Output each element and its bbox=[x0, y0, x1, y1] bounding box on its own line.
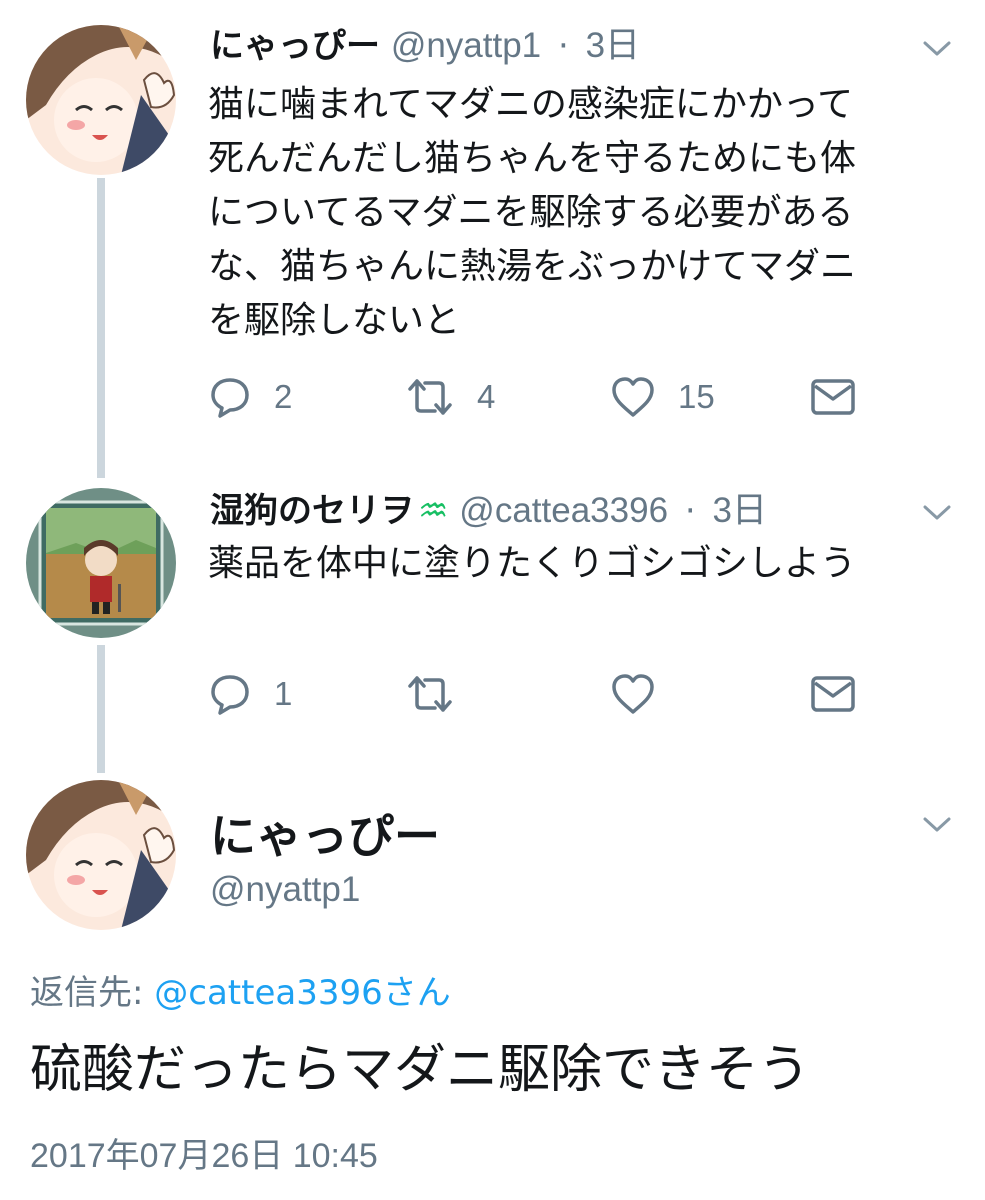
heart-icon bbox=[612, 377, 654, 417]
chevron-down-icon[interactable] bbox=[922, 814, 952, 834]
tweet-text-line: な、猫ちゃんに熱湯をぶっかけてマダニ bbox=[208, 246, 857, 287]
separator-dot: · bbox=[557, 26, 569, 66]
retweet-count: 4 bbox=[477, 378, 496, 415]
dm-button[interactable] bbox=[810, 378, 856, 416]
tweet-text-line: 猫に噛まれてマダニの感染症にかかって bbox=[208, 84, 854, 125]
avatar[interactable] bbox=[26, 780, 176, 930]
tweet-time[interactable]: 3日 bbox=[712, 491, 766, 530]
like-button[interactable] bbox=[610, 672, 656, 716]
tweet-body: 猫に噛まれてマダニの感染症にかかって 死んだんだし猫ちゃんを守るためにも体 につ… bbox=[208, 78, 856, 348]
retweet-button[interactable]: 4 bbox=[405, 375, 495, 419]
tweet-text-line: 薬品を体中に塗りたくりゴシゴシしよう bbox=[208, 543, 857, 584]
envelope-icon bbox=[811, 676, 855, 712]
dm-button[interactable] bbox=[810, 675, 856, 713]
reply-button[interactable]: 2 bbox=[208, 375, 292, 419]
reply-to-label: 返信先: bbox=[30, 973, 155, 1013]
tweet-time[interactable]: 3日 bbox=[586, 26, 640, 65]
tweet-header: 湿狗のセリヲ ♒ @cattea3396 · 3日 bbox=[210, 487, 767, 535]
heart-icon bbox=[612, 674, 654, 714]
tweet-timestamp[interactable]: 2017年07月26日 10:45 bbox=[30, 1128, 378, 1177]
retweet-arrows-icon bbox=[408, 676, 452, 712]
like-count: 15 bbox=[678, 378, 715, 415]
like-button[interactable]: 15 bbox=[610, 375, 715, 419]
tweet-header: にゃっぴー @nyattp1 · 3日 bbox=[210, 22, 640, 70]
user-handle[interactable]: @cattea3396 bbox=[459, 491, 668, 530]
user-handle[interactable]: @nyattp1 bbox=[210, 870, 360, 910]
aquarius-emoji: ♒ bbox=[418, 491, 449, 531]
reply-count: 2 bbox=[274, 378, 293, 415]
avatar[interactable] bbox=[26, 25, 176, 175]
tweet-body: 薬品を体中に塗りたくりゴシゴシしよう bbox=[208, 537, 856, 591]
retweet-arrows-icon bbox=[408, 379, 452, 415]
tweet-text-line: を駆除しないと bbox=[208, 300, 461, 341]
tweet-text-line: についてるマダニを駆除する必要がある bbox=[208, 192, 854, 233]
display-name[interactable]: 湿狗のセリヲ bbox=[210, 491, 414, 531]
display-name[interactable]: にゃっぴー bbox=[210, 26, 380, 66]
reply-to-mention[interactable]: @cattea3396さん bbox=[154, 973, 450, 1013]
reply-count: 1 bbox=[274, 675, 293, 712]
display-name[interactable]: にゃっぴー bbox=[210, 800, 440, 866]
separator-dot: · bbox=[684, 491, 696, 531]
reply-bubble-icon bbox=[211, 675, 249, 715]
envelope-icon bbox=[811, 379, 855, 415]
thread-connector-2 bbox=[97, 645, 105, 773]
tweet-text-line: 死んだんだし猫ちゃんを守るためにも体 bbox=[208, 138, 857, 179]
reply-bubble-icon bbox=[211, 378, 249, 418]
thread-connector-1 bbox=[97, 178, 105, 478]
user-handle[interactable]: @nyattp1 bbox=[391, 26, 541, 65]
main-tweet-text: 硫酸だったらマダニ駆除できそう bbox=[30, 1040, 811, 1100]
retweet-button[interactable] bbox=[405, 672, 455, 716]
avatar[interactable] bbox=[26, 488, 176, 638]
chevron-down-icon[interactable] bbox=[922, 38, 952, 58]
chevron-down-icon[interactable] bbox=[922, 502, 952, 522]
reply-button[interactable]: 1 bbox=[208, 672, 292, 716]
reply-to-line: 返信先: @cattea3396さん bbox=[30, 965, 451, 1014]
